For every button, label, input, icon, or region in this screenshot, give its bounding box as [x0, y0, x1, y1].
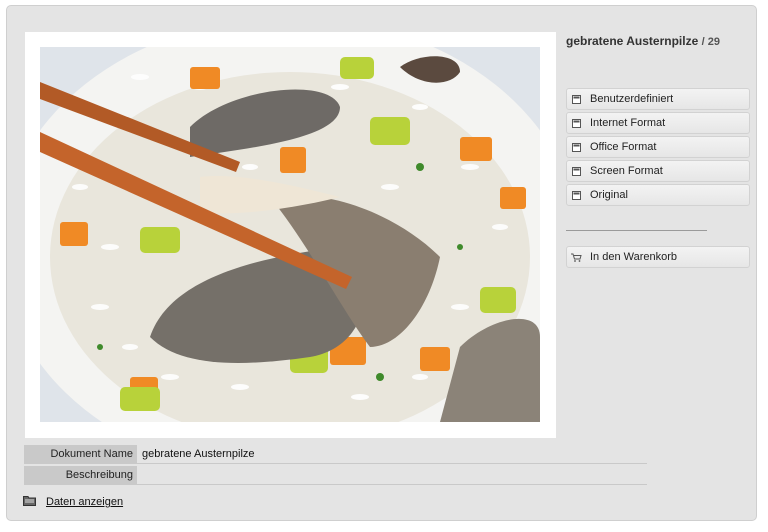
product-title-text: gebratene Austernpilze: [566, 34, 699, 48]
format-icon: [571, 94, 582, 105]
menu-divider: [566, 230, 707, 231]
product-title: gebratene Austernpilze / 29: [566, 34, 720, 48]
meta-label: Beschreibung: [24, 466, 137, 484]
document-meta: Dokument Name gebratene Austernpilze Bes…: [24, 445, 647, 487]
format-menu: Benutzerdefiniert Internet Format Office…: [566, 88, 750, 208]
cart-icon: [571, 252, 582, 263]
format-item-label: Benutzerdefiniert: [590, 93, 674, 105]
product-photo[interactable]: [40, 47, 540, 422]
show-data: Daten anzeigen: [23, 495, 123, 509]
cart-section: In den Warenkorb: [566, 246, 750, 270]
format-item-office[interactable]: Office Format: [566, 136, 750, 158]
format-item-internet[interactable]: Internet Format: [566, 112, 750, 134]
meta-row-description: Beschreibung: [24, 466, 647, 485]
product-count: / 29: [701, 36, 720, 48]
format-icon: [571, 118, 582, 129]
main-panel: gebratene Austernpilze / 29 Benutzerdefi…: [6, 5, 757, 521]
format-icon: [571, 190, 582, 201]
format-item-original[interactable]: Original: [566, 184, 750, 206]
format-item-label: Internet Format: [590, 117, 666, 129]
format-item-label: Screen Format: [590, 165, 663, 177]
format-item-benutzerdefiniert[interactable]: Benutzerdefiniert: [566, 88, 750, 110]
format-icon: [571, 142, 582, 153]
meta-row-document-name: Dokument Name gebratene Austernpilze: [24, 445, 647, 464]
photo-illustration: [40, 47, 540, 422]
format-item-label: Office Format: [590, 141, 657, 153]
add-to-cart-label: In den Warenkorb: [590, 251, 678, 263]
format-item-label: Original: [590, 189, 628, 201]
show-data-link[interactable]: Daten anzeigen: [46, 496, 123, 508]
format-icon: [571, 166, 582, 177]
format-item-screen[interactable]: Screen Format: [566, 160, 750, 182]
add-to-cart-button[interactable]: In den Warenkorb: [566, 246, 750, 268]
meta-label: Dokument Name: [24, 445, 137, 463]
folder-icon: [23, 495, 36, 509]
photo-frame: [25, 32, 556, 438]
meta-value: [137, 466, 142, 484]
meta-value: gebratene Austernpilze: [142, 448, 255, 460]
